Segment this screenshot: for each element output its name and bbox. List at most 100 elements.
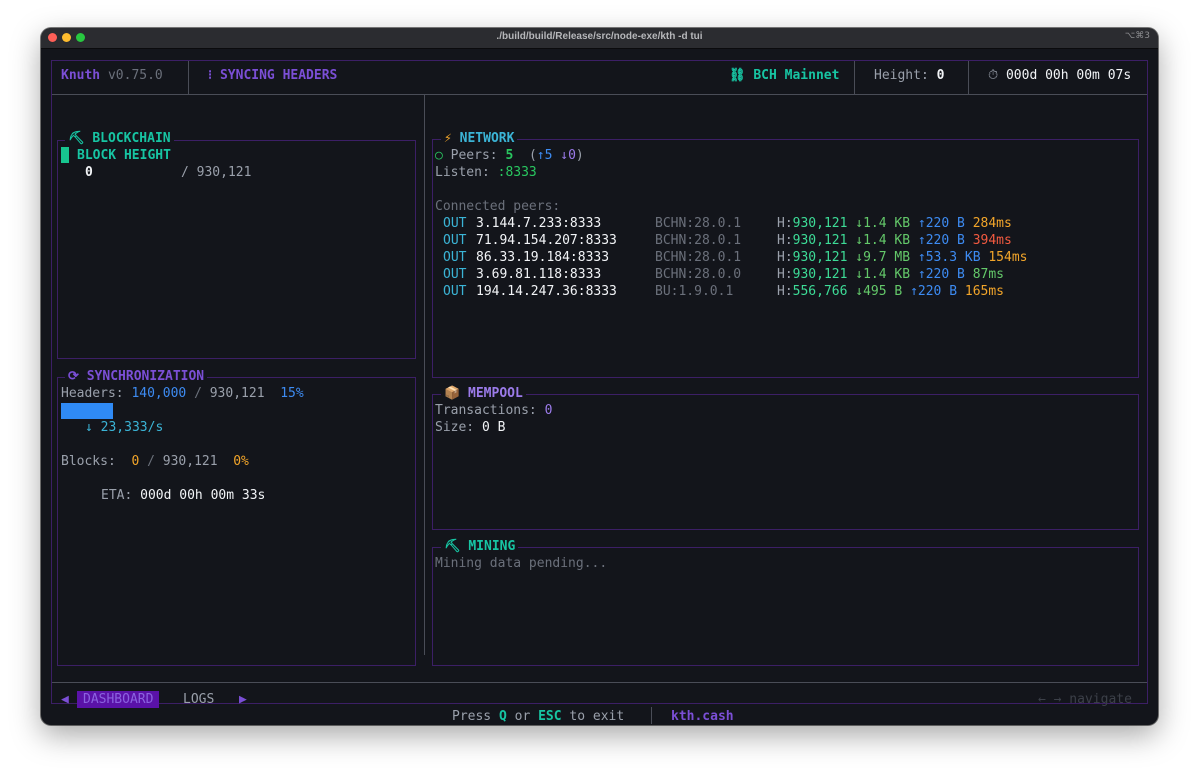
main-divider: [424, 95, 425, 655]
blocks-progress-text: Blocks: 0 / 930,121 0%: [61, 454, 249, 469]
mempool-size: Size: 0 B: [435, 420, 506, 435]
sync-status-icon: ⁝: [208, 68, 213, 83]
peer-address: 86.33.19.184:8333: [476, 250, 610, 265]
height-label: Height:: [874, 68, 929, 83]
lightning-icon: ⚡: [444, 131, 452, 146]
exit-key-esc: ESC: [538, 709, 562, 724]
header-separator: [52, 94, 1147, 95]
terminal-content: Knuth v0.75.0 ⁝ SYNCING HEADERS ⛓ BCH Ma…: [41, 49, 1158, 725]
download-arrow-icon: ↓: [85, 420, 93, 435]
network-name: BCH Mainnet: [753, 68, 840, 83]
peer-latency: 394ms: [972, 233, 1012, 248]
tab-prev-arrow[interactable]: ◀: [61, 691, 69, 708]
sync-rate: ↓ 23,333/s: [85, 420, 164, 435]
header-height: Height: 0: [874, 67, 944, 84]
peer-direction: OUT: [443, 250, 467, 265]
peer-direction: OUT: [443, 216, 467, 231]
mempool-panel-title: 📦 MEMPOOL: [441, 385, 526, 402]
network-indicator: ⛓ BCH Mainnet: [729, 67, 839, 84]
blocks-percent: 0%: [233, 454, 249, 469]
tab-logs[interactable]: LOGS: [183, 691, 214, 708]
peer-bytes-sent: ↑220 B: [917, 267, 965, 282]
tab-next-arrow[interactable]: ▶: [239, 691, 247, 708]
peer-agent: BCHN:28.0.1: [655, 233, 742, 248]
peer-direction: OUT: [443, 267, 467, 282]
eta-value: 000d 00h 00m 33s: [140, 488, 266, 503]
peer-bytes-received: ↓1.4 KB: [855, 233, 911, 248]
mempool-tx-count: 0: [544, 403, 553, 418]
mempool-transactions: Transactions: 0: [435, 403, 553, 418]
sync-status: ⁝ SYNCING HEADERS: [208, 67, 337, 84]
peer-height-label: H:: [777, 250, 793, 265]
chain-icon: ⛓: [729, 68, 746, 83]
peer-stats: H:930,121 ↓9.7 MB ↑53.3 KB 154ms: [777, 249, 1028, 266]
tab-dashboard[interactable]: DASHBOARD: [77, 691, 160, 708]
peer-height: 930,121: [792, 267, 848, 282]
peer-address: 194.14.247.36:8333: [476, 284, 617, 299]
peer-height: 930,121: [792, 216, 848, 231]
header-divider: [188, 61, 189, 95]
peers-in: ↓0: [560, 148, 576, 163]
listen: Listen: :8333: [435, 165, 537, 180]
headers-total: 930,121: [209, 386, 265, 401]
header-divider: [968, 61, 969, 95]
peer-bytes-sent: ↑220 B: [917, 216, 965, 231]
peer-height: 930,121: [792, 250, 848, 265]
blocks-total: 930,121: [162, 454, 218, 469]
mempool-size-value: 0 B: [481, 420, 506, 435]
exit-hint: Press Q or ESC to exit: [452, 709, 625, 724]
sync-status-text: SYNCING HEADERS: [219, 68, 338, 83]
window-shortcut: ⌥⌘3: [1124, 31, 1150, 41]
peer-bytes-sent: ↑220 B: [917, 233, 965, 248]
footer-divider: [651, 707, 652, 724]
peer-stats: H:930,121 ↓1.4 KB ↑220 B 284ms: [777, 215, 1012, 232]
peer-agent: BCHN:28.0.1: [655, 216, 742, 231]
peer-bytes-received: ↓1.4 KB: [855, 267, 911, 282]
peer-height-label: H:: [777, 284, 793, 299]
header-divider: [854, 61, 855, 95]
headers-progress-text: Headers: 140,000 / 930,121 15%: [61, 386, 304, 401]
peer-agent: BCHN:28.0.0: [655, 267, 742, 282]
sync-icon: ⟳: [68, 369, 79, 384]
peer-latency: 87ms: [972, 267, 1005, 282]
headers-progress-bar: [61, 403, 113, 419]
peer-bytes-received: ↓495 B: [855, 284, 903, 299]
peers-summary: ○ Peers: 5 (↑5 ↓0): [435, 148, 584, 163]
listen-port: :8333: [497, 165, 537, 180]
block-height-label: BLOCK HEIGHT: [77, 148, 171, 163]
stopwatch-icon: ⏱: [988, 68, 999, 83]
peer-stats: H:930,121 ↓1.4 KB ↑220 B 394ms: [777, 232, 1012, 249]
peers-out: ↑5: [536, 148, 553, 163]
height-value: 0: [936, 68, 945, 83]
block-height-marker: [61, 147, 69, 163]
uptime-value: 000d 00h 00m 07s: [1005, 68, 1132, 83]
uptime: ⏱ 000d 00h 00m 07s: [988, 67, 1131, 84]
peer-latency: 284ms: [972, 216, 1012, 231]
peer-height-label: H:: [777, 267, 793, 282]
app-name: Knuth: [61, 68, 101, 83]
peer-height: 930,121: [792, 233, 848, 248]
window-title: ./build/build/Release/src/node-exe/kth -…: [496, 31, 703, 42]
network-panel-title: ⚡ NETWORK: [441, 130, 518, 147]
pickaxe-icon: ⛏: [68, 131, 85, 146]
app-version: v0.75.0: [107, 68, 163, 83]
sync-panel-title: ⟳ SYNCHRONIZATION: [65, 368, 208, 385]
kth-cash-link[interactable]: kth.cash: [671, 708, 734, 725]
peers-circle-icon: ○: [435, 148, 443, 163]
headers-percent: 15%: [280, 386, 304, 401]
peer-direction: OUT: [443, 233, 467, 248]
connected-peers-label: Connected peers:: [435, 199, 561, 214]
peer-bytes-received: ↓1.4 KB: [855, 216, 911, 231]
peer-bytes-sent: ↑53.3 KB: [917, 250, 981, 265]
eta: ETA: 000d 00h 00m 33s: [101, 488, 266, 503]
blocks-current: 0: [131, 454, 140, 469]
package-icon: 📦: [444, 386, 461, 401]
peer-latency: 165ms: [964, 284, 1005, 299]
headers-current: 140,000: [131, 386, 187, 401]
mining-panel-title: ⛏ MINING: [441, 538, 519, 555]
blockchain-panel-title: ⛏ BLOCKCHAIN: [65, 130, 174, 147]
peer-agent: BCHN:28.0.1: [655, 250, 742, 265]
peers-count: 5: [505, 148, 514, 163]
peer-address: 71.94.154.207:8333: [476, 233, 617, 248]
peer-bytes-sent: ↑220 B: [910, 284, 958, 299]
